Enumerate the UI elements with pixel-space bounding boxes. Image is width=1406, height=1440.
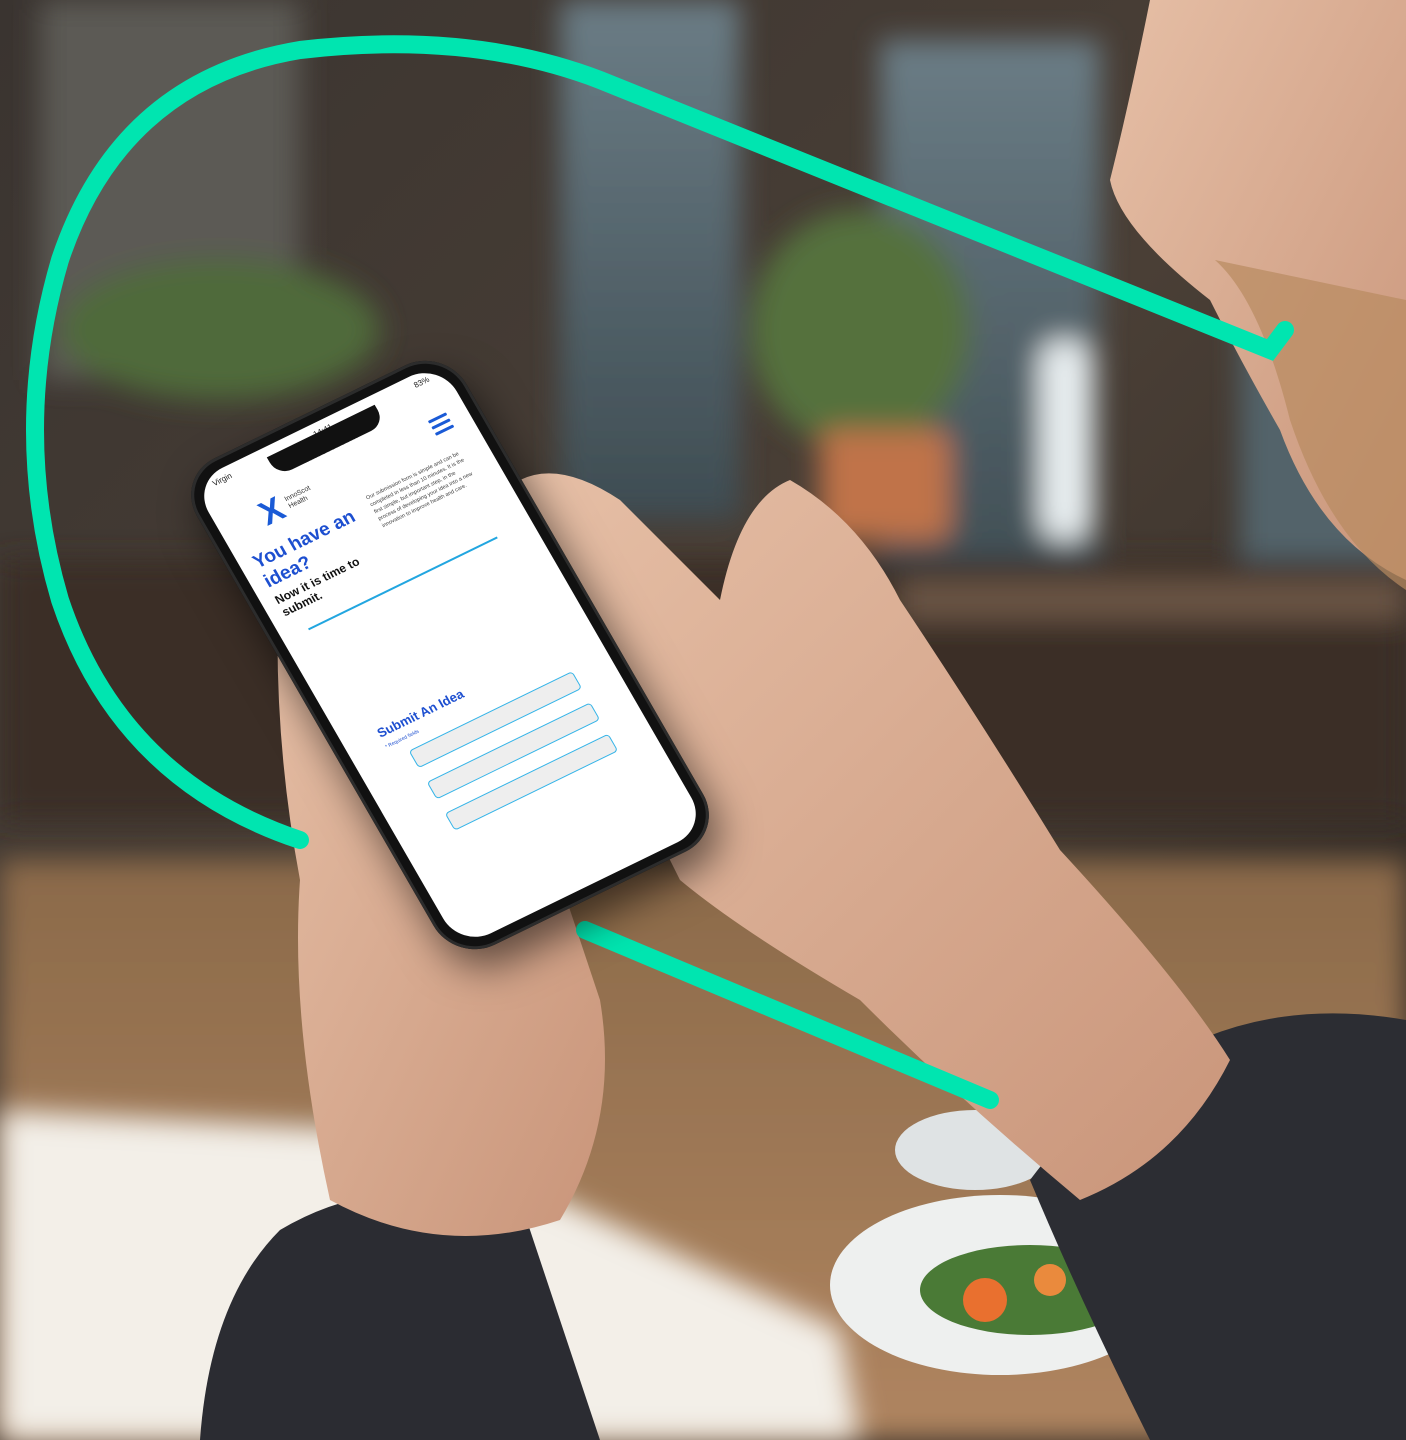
hero-body-text: Our submission form is simple and can be… [365, 451, 474, 529]
photo-scene: Virgin 14:41 83% innoscot.com X InnoScot… [0, 0, 1406, 1440]
hamburger-menu-icon[interactable] [427, 412, 457, 439]
carrier-label: Virgin [210, 471, 234, 488]
battery-label: 83% [412, 374, 432, 390]
background-photo [0, 0, 1406, 1440]
